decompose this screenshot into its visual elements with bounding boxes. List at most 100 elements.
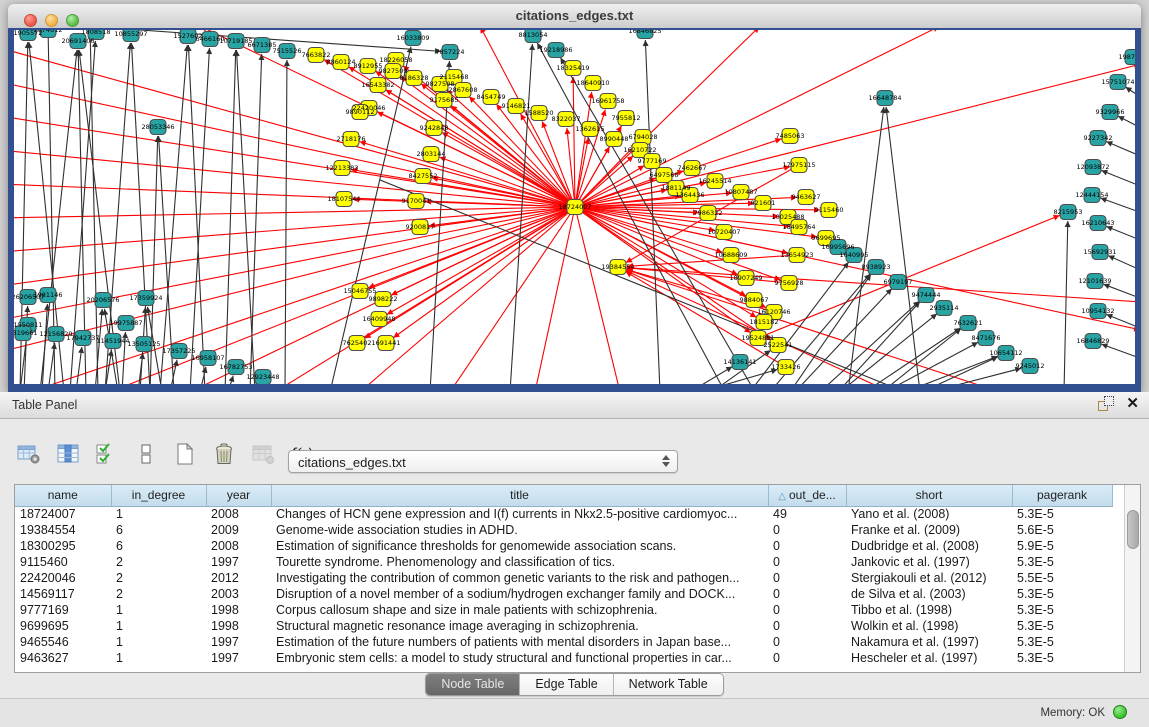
table-cell[interactable]: 5.3E-5	[1012, 602, 1112, 618]
table-cell[interactable]: Tibbo et al. (1998)	[846, 602, 1012, 618]
table-cell[interactable]: 2008	[206, 538, 271, 554]
table-cell[interactable]: 1	[111, 618, 206, 634]
graph-edge[interactable]	[575, 207, 620, 384]
table-cell[interactable]: 6	[111, 522, 206, 538]
table-cell[interactable]: 18300295	[15, 538, 111, 554]
table-cell[interactable]: 6	[111, 538, 206, 554]
table-cell[interactable]: Estimation of significance thresholds fo…	[271, 538, 768, 554]
table-row[interactable]: 969969511998Structural magnetic resonanc…	[15, 618, 1112, 634]
table-cell[interactable]: 5.3E-5	[1012, 650, 1112, 666]
graph-edge[interactable]	[190, 48, 209, 384]
scrollbar-thumb[interactable]	[1127, 510, 1139, 549]
graph-edge[interactable]	[14, 207, 575, 286]
table-cell[interactable]: Hescheler et al. (1997)	[846, 650, 1012, 666]
column-header-out_degree[interactable]: △out_de...	[768, 485, 846, 506]
table-cell[interactable]: 5.6E-5	[1012, 522, 1112, 538]
table-cell[interactable]: 1	[111, 506, 206, 522]
table-cell[interactable]: 0	[768, 602, 846, 618]
graph-edge[interactable]	[575, 64, 1135, 207]
close-panel-icon[interactable]: ✕	[1126, 396, 1139, 412]
table-row[interactable]: 1872400712008Changes of HCN gene express…	[15, 506, 1112, 522]
graph-edge[interactable]	[690, 367, 732, 384]
delete-icon[interactable]	[209, 440, 239, 468]
table-cell[interactable]: 2009	[206, 522, 271, 538]
graph-edge[interactable]	[285, 60, 287, 384]
table-cell[interactable]: 5.9E-5	[1012, 538, 1112, 554]
table-cell[interactable]: 22420046	[15, 570, 111, 586]
table-cell[interactable]: 1998	[206, 618, 271, 634]
new-document-icon[interactable]	[170, 440, 200, 468]
table-cell[interactable]: Genome-wide association studies in ADHD.	[271, 522, 768, 538]
table-cell[interactable]: 1	[111, 634, 206, 650]
graph-edge[interactable]	[886, 107, 920, 384]
table-cell[interactable]: 19384554	[15, 522, 111, 538]
table-cell[interactable]: 1	[111, 602, 206, 618]
table-cell[interactable]: 14569117	[15, 586, 111, 602]
table-cell[interactable]: 5.3E-5	[1012, 618, 1112, 634]
graph-edge[interactable]	[225, 50, 236, 384]
float-panel-icon[interactable]	[1098, 396, 1114, 412]
table-cell[interactable]: Wolkin et al. (1998)	[846, 618, 1012, 634]
table-cell[interactable]: 1997	[206, 634, 271, 650]
graph-edge[interactable]	[90, 30, 98, 384]
table-cell[interactable]: 5.5E-5	[1012, 570, 1112, 586]
table-cell[interactable]: 2003	[206, 586, 271, 602]
table-cell[interactable]: 9463627	[15, 650, 111, 666]
table-cell[interactable]: 9465546	[15, 634, 111, 650]
table-cell[interactable]: 9777169	[15, 602, 111, 618]
table-cell[interactable]: 1	[111, 650, 206, 666]
tab-edge-table[interactable]: Edge Table	[520, 674, 613, 695]
table-cell[interactable]: Investigating the contribution of common…	[271, 570, 768, 586]
network-view[interactable]: 1905572207461220691406180851810855297152…	[14, 30, 1135, 384]
column-header-title[interactable]: title	[271, 485, 768, 506]
table-row[interactable]: 946362711997Embryonic stem cells: a mode…	[15, 650, 1112, 666]
table-cell[interactable]: Yano et al. (2008)	[846, 506, 1012, 522]
table-cell[interactable]: 1997	[206, 650, 271, 666]
graph-edge[interactable]	[510, 44, 532, 384]
graph-edge[interactable]	[14, 150, 575, 207]
column-header-year[interactable]: year	[206, 485, 271, 506]
column-header-short[interactable]: short	[846, 485, 1012, 506]
table-cell[interactable]: 2008	[206, 506, 271, 522]
table-cell[interactable]: Dudbridge et al. (2008)	[846, 538, 1012, 554]
table-cell[interactable]: 0	[768, 570, 846, 586]
table-cell[interactable]: 2	[111, 570, 206, 586]
table-cell[interactable]: Structural magnetic resonance image aver…	[271, 618, 768, 634]
table-cell[interactable]: 0	[768, 586, 846, 602]
table-cell[interactable]: 18724007	[15, 506, 111, 522]
table-cell[interactable]: de Silva et al. (2003)	[846, 586, 1012, 602]
memory-status-icon[interactable]	[1113, 705, 1127, 719]
graph-edge[interactable]	[790, 274, 871, 384]
table-cell[interactable]: 5.3E-5	[1012, 506, 1112, 522]
table-cell[interactable]: Jankovic et al. (1997)	[846, 554, 1012, 570]
table-cell[interactable]: 5.3E-5	[1012, 586, 1112, 602]
table-cell[interactable]: Estimation of the future numbers of pati…	[271, 634, 768, 650]
table-row[interactable]: 1938455462009Genome-wide association stu…	[15, 522, 1112, 538]
graph-edge[interactable]	[131, 43, 150, 384]
table-settings-icon[interactable]	[14, 440, 44, 468]
table-row[interactable]: 1456911722003Disruption of a novel membe…	[15, 586, 1112, 602]
table-cell[interactable]: 2	[111, 586, 206, 602]
table-row[interactable]: 911546021997Tourette syndrome. Phenomeno…	[15, 554, 1112, 570]
table-cell[interactable]: Stergiakouli et al. (2012)	[846, 570, 1012, 586]
table-cell[interactable]: 0	[768, 618, 846, 634]
table-cell[interactable]: Disruption of a novel member of a sodium…	[271, 586, 768, 602]
table-cell[interactable]: 0	[768, 650, 846, 666]
table-row[interactable]: 1830029562008Estimation of significance …	[15, 538, 1112, 554]
table-cell[interactable]: Corpus callosum shape and size in male p…	[271, 602, 768, 618]
column-header-name[interactable]: name	[15, 485, 111, 506]
column-header-in_degree[interactable]: in_degree	[111, 485, 206, 506]
table-cell[interactable]: Nakamura et al. (1997)	[846, 634, 1012, 650]
table-cell[interactable]: 0	[768, 634, 846, 650]
table-selector-dropdown[interactable]: citations_edges.txt	[288, 450, 678, 473]
graph-edge[interactable]	[42, 304, 47, 384]
table-cell[interactable]: 0	[768, 554, 846, 570]
table-scrollbar[interactable]	[1124, 485, 1140, 672]
table-cell[interactable]: 49	[768, 506, 846, 522]
graph-edge[interactable]	[575, 92, 592, 207]
row-select-icon[interactable]	[92, 440, 122, 468]
table-cell[interactable]: 9115460	[15, 554, 111, 570]
table-cell[interactable]: 1997	[206, 554, 271, 570]
table-cell[interactable]: Changes of HCN gene expression and I(f) …	[271, 506, 768, 522]
window-titlebar[interactable]: citations_edges.txt	[8, 4, 1141, 29]
